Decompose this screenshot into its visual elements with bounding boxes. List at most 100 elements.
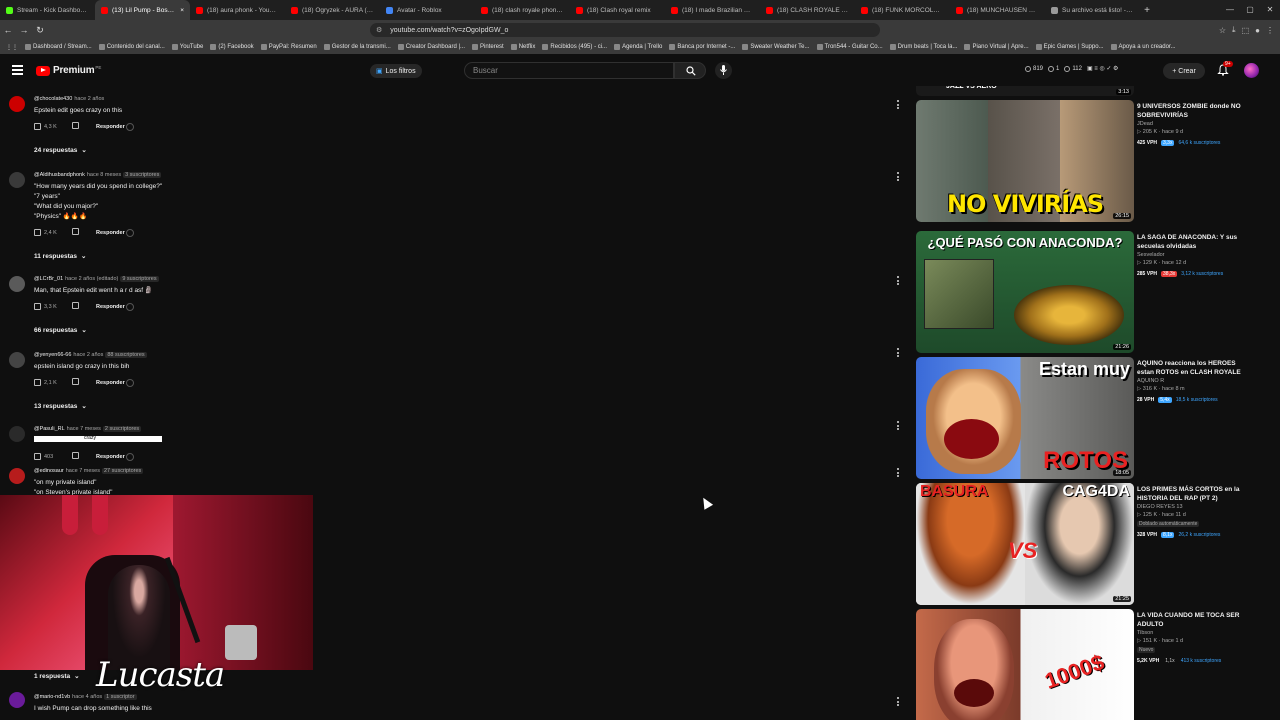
browser-tab[interactable]: (18) FUNK MORCOLE [SLOW (855, 0, 950, 20)
search-input[interactable]: Buscar (464, 62, 674, 79)
video-card[interactable]: Estan muy ROTOS 18:05 AQUINO reacciona los … (916, 357, 1256, 481)
commenter-avatar[interactable] (9, 352, 25, 368)
minimize-icon[interactable]: — (1220, 0, 1240, 20)
site-info-icon[interactable]: ⚙ (376, 26, 382, 34)
more-options-icon[interactable] (897, 697, 899, 708)
dislike-button[interactable] (72, 452, 96, 461)
bookmark-item[interactable]: Contenido del canal... (97, 44, 167, 50)
back-icon[interactable]: ← (0, 25, 16, 35)
video-card[interactable]: BASURA CAG4DA VS 21:25 LOS PRIMES MÁS CORTOS… (916, 483, 1256, 607)
more-options-icon[interactable] (897, 172, 899, 183)
bookmark-item[interactable]: PayPal: Resumen (259, 44, 319, 50)
more-options-icon[interactable] (897, 100, 899, 111)
comment-time[interactable]: hace 2 años (73, 352, 103, 358)
video-title[interactable]: 9 UNIVERSOS ZOMBIE donde NO SOBREVIVIRÍA… (1137, 102, 1249, 120)
video-thumbnail[interactable]: ¿QUÉ PASÓ CON ANACONDA? 21:26 (916, 231, 1134, 353)
browser-tab[interactable]: (18) CLASH ROYALE PHON (760, 0, 855, 20)
bookmark-item[interactable]: Pinterest (470, 44, 506, 50)
bookmark-item[interactable]: Apoya a un creador... (1109, 44, 1178, 50)
show-replies-button[interactable]: 24 respuestas ⌄ (34, 146, 87, 155)
comment-time[interactable]: hace 2 años (74, 96, 104, 102)
bookmark-item[interactable]: YouTube (170, 44, 206, 50)
bookmark-item[interactable]: Banca por Internet -... (667, 44, 737, 50)
video-thumbnail[interactable]: NO VIVIRÍAS 26:15 (916, 100, 1134, 222)
channel-name[interactable]: JDead (1137, 121, 1153, 127)
dislike-button[interactable] (72, 122, 96, 131)
account-avatar[interactable] (1244, 63, 1259, 78)
comment-time[interactable]: hace 8 meses (87, 172, 121, 178)
commenter-avatar[interactable] (9, 692, 25, 708)
browser-tab[interactable]: (13) Lil Pump - Boss X × (95, 0, 190, 20)
comment-time[interactable]: hace 2 años (editado) (65, 276, 118, 282)
reply-button[interactable]: Responder (96, 230, 126, 236)
profile-icon[interactable]: ● (1255, 26, 1260, 35)
commenter-handle[interactable]: @chocolate430 (34, 96, 72, 102)
video-thumbnail[interactable]: 1000$ (916, 609, 1134, 720)
channel-name[interactable]: Sesvelador (1137, 252, 1165, 258)
show-replies-button[interactable]: 1 respuesta ⌄ (34, 672, 80, 681)
bookmark-item[interactable]: Gestor de la transmi... (322, 44, 393, 50)
download-icon[interactable]: ⤓ (1232, 25, 1236, 35)
ext-icons[interactable]: ▣ ≡ ◎ ✓ ⚙ (1087, 65, 1118, 72)
video-thumbnail[interactable]: BASURA CAG4DA VS 21:25 (916, 483, 1134, 605)
like-button[interactable]: 403 (34, 453, 72, 460)
commenter-avatar[interactable] (9, 468, 25, 484)
more-options-icon[interactable] (897, 421, 899, 432)
show-replies-button[interactable]: 11 respuestas ⌄ (34, 252, 86, 261)
browser-tab[interactable]: Su archivo está listo! - no T (1045, 0, 1140, 20)
extensions-icon[interactable]: ⬚ (1242, 26, 1250, 35)
bookmark-item[interactable]: Piano Virtual | Apre... (962, 44, 1030, 50)
video-thumbnail[interactable]: Estan muy ROTOS 18:05 (916, 357, 1134, 479)
channel-name[interactable]: Tibson (1137, 630, 1153, 636)
forward-icon[interactable]: → (16, 25, 32, 35)
video-thumbnail[interactable]: JAZZ VS AERO 3:13 (916, 86, 1134, 96)
dislike-button[interactable] (72, 302, 96, 311)
notifications-button[interactable]: 9+ (1217, 61, 1233, 76)
search-button[interactable] (674, 62, 706, 79)
bookmark-item[interactable]: Agenda | Trello (612, 44, 664, 50)
browser-tab[interactable]: (18) aura phonk - YouTube (190, 0, 285, 20)
browser-tab[interactable]: (18) I made Brazilian Funk (665, 0, 760, 20)
channel-name[interactable]: AQUINO R (1137, 378, 1164, 384)
more-options-icon[interactable] (897, 348, 899, 359)
dislike-button[interactable] (72, 228, 96, 237)
reply-button[interactable]: Responder (96, 380, 126, 386)
commenter-handle[interactable]: @yenyen66-66 (34, 352, 71, 358)
bookmark-item[interactable]: Epic Games | Suppo... (1034, 44, 1106, 50)
like-button[interactable]: 2,4 K (34, 229, 72, 236)
commenter-handle[interactable]: @mario-nd1vb (34, 694, 70, 700)
bookmark-item[interactable]: Netflix (509, 44, 538, 50)
comment-time[interactable]: hace 7 meses (67, 426, 101, 432)
more-options-icon[interactable] (897, 276, 899, 287)
video-card[interactable]: ¿QUÉ PASÓ CON ANACONDA? 21:26 LA SAGA DE A… (916, 231, 1256, 355)
browser-tab[interactable]: Avatar - Roblox (380, 0, 475, 20)
browser-tab[interactable]: (18) clash royale phonk dj (475, 0, 570, 20)
browser-tab[interactable]: Stream - Kick Dashboard (0, 0, 95, 20)
browser-tab[interactable]: (18) Clash royal remix (570, 0, 665, 20)
youtube-logo[interactable]: Premium PE (36, 65, 101, 76)
commenter-handle[interactable]: @Pasuli_RL (34, 426, 65, 432)
video-title[interactable]: AQUINO reacciona los HEROES estan ROTOS … (1137, 359, 1249, 377)
maximize-icon[interactable]: ▢ (1240, 0, 1260, 20)
video-title[interactable]: LA SAGA DE ANACONDA: Y sus secuelas olvi… (1137, 233, 1249, 251)
commenter-handle[interactable]: @LCrBr_01 (34, 276, 63, 282)
reply-button[interactable]: Responder (96, 454, 126, 460)
reply-button[interactable]: Responder (96, 304, 126, 310)
url-input[interactable]: ⚙ youtube.com/watch?v=zOgoIpdGW_o (370, 23, 880, 37)
commenter-avatar[interactable] (9, 172, 25, 188)
commenter-handle[interactable]: @Aldihusbandphonk (34, 172, 85, 178)
more-options-icon[interactable] (897, 468, 899, 479)
filters-button[interactable]: ▣ Los filtros (370, 64, 422, 78)
show-replies-button[interactable]: 66 respuestas ⌄ (34, 326, 87, 335)
commenter-avatar[interactable] (9, 426, 25, 442)
close-tab-icon[interactable]: × (180, 7, 184, 14)
hamburger-menu-icon[interactable] (12, 65, 23, 75)
apps-grid-icon[interactable]: ⋮⋮ (4, 44, 20, 51)
close-window-icon[interactable]: ✕ (1260, 0, 1280, 20)
bookmark-item[interactable]: Tron544 - Guitar Co... (815, 44, 885, 50)
menu-icon[interactable]: ⋮ (1266, 26, 1274, 35)
browser-tab[interactable]: (18) MUNCHAUSEN FUNK (950, 0, 1045, 20)
like-button[interactable]: 3,3 K (34, 303, 72, 310)
browser-tab[interactable]: (18) Ogryzek - AURA (PHO (285, 0, 380, 20)
create-button[interactable]: + Crear (1163, 63, 1205, 79)
